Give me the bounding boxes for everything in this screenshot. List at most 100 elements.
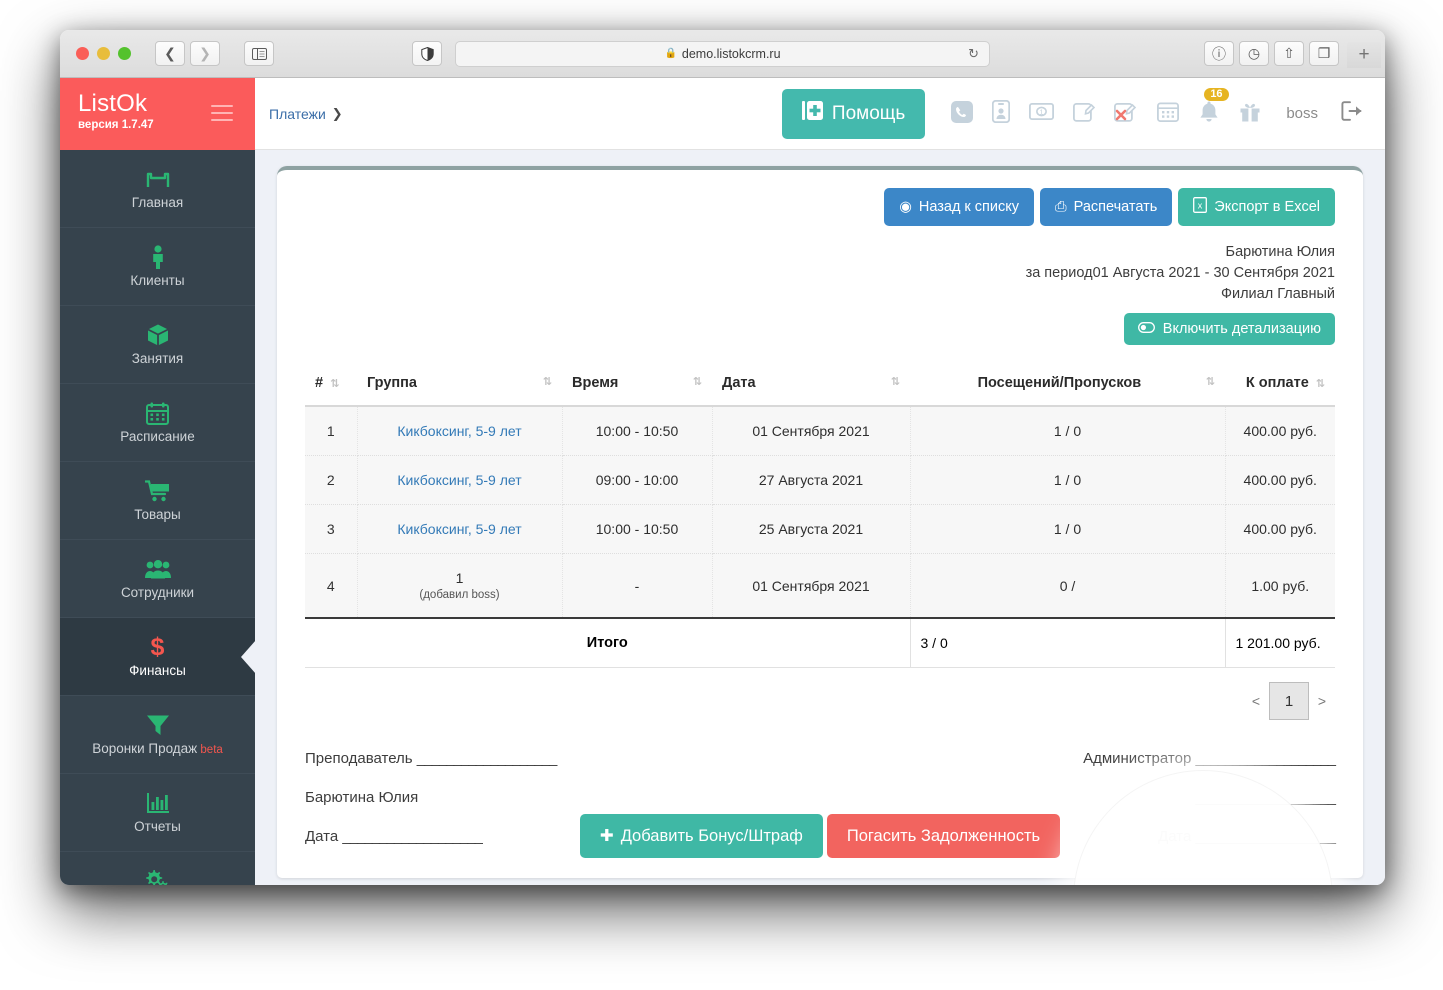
svg-text:1: 1 <box>1040 110 1044 117</box>
cell-date: 25 Августа 2021 <box>712 504 911 555</box>
pagination-page-1[interactable]: 1 <box>1269 682 1309 721</box>
sidebar-item-1[interactable]: Главная <box>60 150 255 228</box>
total-amount: 1 201.00 руб. <box>1225 617 1335 669</box>
cell-amount: 400.00 руб. <box>1225 406 1335 457</box>
sort-updown-icon: ⇅ <box>1205 376 1215 389</box>
teacher-label: Преподаватель <box>305 750 413 768</box>
total-label: Итого <box>305 617 911 669</box>
report-panel: ◉ Назад к списку ⎙ Распечатать x Экспорт… <box>277 166 1363 878</box>
forward-button[interactable]: ❯ <box>190 41 220 66</box>
table-row: 3 Кикбоксинг, 5-9 лет 10:00 - 10:50 25 Авгу… <box>305 504 1335 555</box>
copy-tabs-icon[interactable]: ❐ <box>1309 41 1339 66</box>
teacher-signature-line: Преподаватель ___________________ <box>305 750 820 767</box>
table-head: # ⇅ Группа ⇅ Время ⇅ Дата ⇅ Посещений/Пропус… <box>305 367 1335 408</box>
col-group-label: Группа <box>367 375 417 392</box>
pagination-prev[interactable]: < <box>1243 693 1269 709</box>
cell-group[interactable]: Кикбоксинг, 5-9 лет <box>357 504 563 555</box>
pagination-next[interactable]: > <box>1309 693 1335 709</box>
group-link[interactable]: Кикбоксинг, 5-9 лет <box>397 472 521 488</box>
sidebar-item-7[interactable]: $ Финансы <box>60 618 255 696</box>
cell-group[interactable]: Кикбоксинг, 5-9 лет <box>357 406 563 457</box>
hamburger-icon[interactable] <box>211 100 233 126</box>
group-link[interactable]: Кикбоксинг, 5-9 лет <box>397 521 521 537</box>
report-branch: Филиал Главный <box>1220 286 1335 303</box>
print-label: Распечатать <box>1073 199 1158 215</box>
group-link[interactable]: Кикбоксинг, 5-9 лет <box>397 423 521 439</box>
edit-note-icon[interactable] <box>1073 101 1096 127</box>
sidebar-item-label: Главная <box>131 195 184 210</box>
sidebar-item-4[interactable]: Расписание <box>60 384 255 462</box>
sidebar-item-6[interactable]: Сотрудники <box>60 540 255 618</box>
breadcrumb[interactable]: Платежи ❯ <box>269 106 343 122</box>
col-time[interactable]: Время ⇅ <box>562 367 712 408</box>
admin-blank-line: ___________________ <box>820 789 1336 807</box>
col-group[interactable]: Группа ⇅ <box>357 367 562 408</box>
sidebar-item-3[interactable]: Занятия <box>60 306 255 384</box>
sidebar-toggle-group <box>244 41 274 66</box>
bell-icon[interactable]: 16 <box>1198 88 1229 127</box>
address-bar[interactable]: 🔒 demo.listokcrm.ru ↻ <box>455 40 990 67</box>
info-circle-icon[interactable]: ⓘ <box>1204 41 1234 66</box>
top-bar: Платежи ❯ Помощь 1 16 boss <box>255 78 1385 150</box>
toggle-detail-button[interactable]: Включить детализацию <box>1123 313 1335 346</box>
report-period: за период01 Августа 2021 - 30 Сентября 2… <box>1025 265 1335 282</box>
application-body: ListOk версия 1.7.47 Главная Клиенты Занят… <box>60 78 1385 885</box>
cart-icon <box>145 479 170 503</box>
reload-icon[interactable]: ↻ <box>968 46 979 62</box>
cell-index: 4 <box>305 553 358 619</box>
main-column: Платежи ❯ Помощь 1 16 boss ◉ Назад к спи… <box>255 78 1385 885</box>
logout-icon[interactable] <box>1341 100 1363 127</box>
col-time-label: Время <box>572 375 619 392</box>
cell-group: 1 (добавил boss) <box>357 553 563 619</box>
add-bonus-penalty-button[interactable]: ✚ Добавить Бонус/Штраф <box>579 814 823 858</box>
help-button[interactable]: Помощь <box>781 88 926 139</box>
sidebar-item-9[interactable]: Отчеты <box>60 774 255 852</box>
col-date[interactable]: Дата ⇅ <box>712 367 910 408</box>
col-visits[interactable]: Посещений/Пропусков ⇅ <box>910 367 1225 408</box>
cell-group[interactable]: Кикбоксинг, 5-9 лет <box>357 455 563 506</box>
col-amount[interactable]: К оплате ⇅ <box>1225 367 1335 408</box>
col-index[interactable]: # ⇅ <box>305 367 357 408</box>
new-tab-button[interactable]: + <box>1347 42 1381 68</box>
id-card-icon[interactable] <box>992 99 1011 127</box>
dollar-icon: $ <box>149 634 166 660</box>
sidebar-panel-icon[interactable] <box>244 41 274 66</box>
sidebar-item-10[interactable]: Интеграция <box>60 852 255 885</box>
toggle-switch-icon <box>1137 321 1155 337</box>
arrow-left-circle-icon: ◉ <box>899 199 912 215</box>
print-button[interactable]: ⎙ Распечатать <box>1040 188 1173 226</box>
export-excel-button[interactable]: x Экспорт в Excel <box>1178 188 1335 226</box>
admin-signature-line: Администратор ___________________ <box>820 750 1336 768</box>
cancel-edit-icon[interactable] <box>1114 101 1138 127</box>
cell-time: - <box>562 553 713 619</box>
calendar-icon <box>146 401 169 425</box>
pay-debt-button[interactable]: Погасить Задолженность <box>826 814 1061 858</box>
maximize-window-button[interactable] <box>118 47 131 60</box>
back-to-list-button[interactable]: ◉ Назад к списку <box>884 188 1035 226</box>
report-client-name: Барютина Юлия <box>1225 244 1335 260</box>
cell-group-sub: (добавил boss) <box>419 589 500 602</box>
gift-icon[interactable] <box>1239 101 1261 127</box>
sidebar-item-5[interactable]: Товары <box>60 462 255 540</box>
minimize-window-button[interactable] <box>97 47 110 60</box>
sidebar-item-2[interactable]: Клиенты <box>60 228 255 306</box>
people-icon <box>144 557 171 581</box>
back-button[interactable]: ❮ <box>155 41 185 66</box>
toggle-detail-label: Включить детализацию <box>1162 321 1321 338</box>
window-traffic-lights[interactable] <box>76 47 131 60</box>
phone-icon[interactable] <box>951 100 974 127</box>
cell-time: 09:00 - 10:00 <box>562 455 713 506</box>
breadcrumb-label: Платежи <box>269 105 326 122</box>
admin-blank-rule: ___________________ <box>1195 789 1336 807</box>
close-window-button[interactable] <box>76 47 89 60</box>
home-icon <box>146 167 170 191</box>
calendar-icon[interactable] <box>1157 101 1180 126</box>
banknote-icon[interactable]: 1 <box>1029 102 1055 124</box>
admin-rule: ___________________ <box>1195 750 1336 768</box>
clock-icon[interactable]: ◷ <box>1239 41 1269 66</box>
privacy-shield-icon[interactable] <box>412 41 442 66</box>
excel-file-icon: x <box>1193 197 1208 217</box>
cell-index: 2 <box>305 455 358 506</box>
share-up-icon[interactable]: ⇧ <box>1274 41 1304 66</box>
sidebar-item-8[interactable]: Воронки Продаж beta <box>60 696 255 774</box>
